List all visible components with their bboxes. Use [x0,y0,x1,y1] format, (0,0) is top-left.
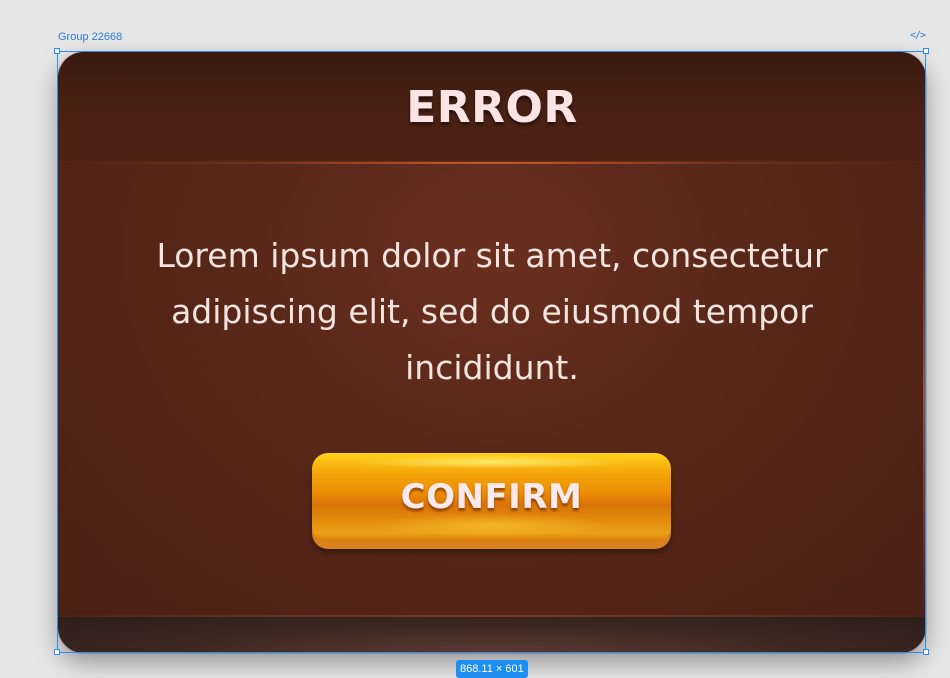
resize-handle-bottom-left[interactable] [54,649,60,655]
dialog-message: Lorem ipsum dolor sit amet, consectetur … [156,236,828,387]
code-icon[interactable]: </> [910,30,926,41]
resize-handle-top-left[interactable] [54,48,60,54]
confirm-button-shine [352,455,631,469]
frame-label[interactable]: Group 22668 [58,31,122,43]
resize-handle-top-right[interactable] [923,48,929,54]
dialog-footer [58,617,926,653]
confirm-button[interactable]: CONFIRM [312,453,671,549]
size-badge: 868.11 × 601 [456,660,528,678]
dialog-header: ERROR [58,52,926,163]
error-dialog: ERROR Lorem ipsum dolor sit amet, consec… [58,52,926,653]
design-canvas: Group 22668 </> ERROR Lorem ipsum dolor … [0,0,950,678]
dialog-title: ERROR [406,82,578,133]
side-glow [923,164,926,618]
confirm-button-label: CONFIRM [400,477,583,517]
confirm-button-face: CONFIRM [312,453,671,542]
resize-handle-bottom-right[interactable] [923,649,929,655]
